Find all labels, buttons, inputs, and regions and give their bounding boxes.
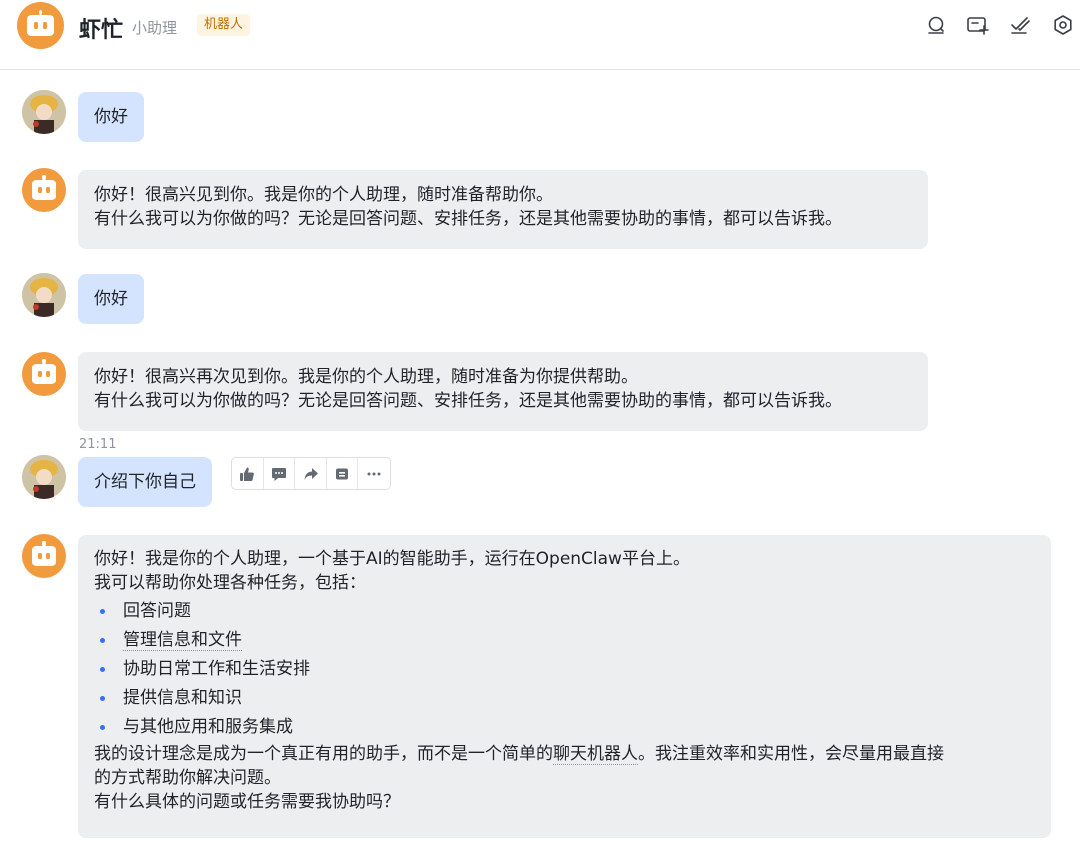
message-text: 你好！我是你的个人助理，一个基于AI的智能助手，运行在OpenClaw平台上。	[94, 549, 690, 569]
chat-title[interactable]: 虾忙	[79, 12, 123, 44]
robot-icon	[31, 363, 57, 385]
bot-message-bubble[interactable]: 你好！我是你的个人助理，一个基于AI的智能助手，运行在OpenClaw平台上。 …	[78, 535, 1051, 838]
user-message-bubble[interactable]: 你好	[78, 92, 144, 142]
message-text: 你好	[94, 289, 128, 309]
user-avatar[interactable]	[22, 90, 66, 134]
robot-icon	[31, 179, 57, 201]
bot-avatar[interactable]	[22, 168, 66, 212]
message-text: 你好！很高兴再次见到你。我是你的个人助理，随时准备为你提供帮助。	[94, 367, 638, 387]
bot-avatar[interactable]	[22, 352, 66, 396]
chat-subtitle: 小助理	[132, 19, 178, 37]
message-text: 介绍下你自己	[94, 472, 196, 492]
robot-icon	[31, 545, 57, 567]
message-text: 我的设计理念是成为一个真正有用的助手，而不是一个简单的	[94, 744, 553, 764]
user-avatar[interactable]	[22, 273, 66, 317]
list-item: 提供信息和知识	[94, 684, 1035, 713]
bot-avatar[interactable]	[17, 2, 64, 49]
message-action-bar	[231, 457, 391, 490]
message-text: 我的设计理念是成为一个真正有用的助手，而不是一个简单的聊天机器人。我注重效率和实…	[94, 742, 1035, 766]
message-text: 我可以帮助你处理各种任务，包括：	[94, 573, 366, 593]
list-item: 协助日常工作和生活安排	[94, 655, 1035, 684]
message-text: 有什么我可以为你做的吗？无论是回答问题、安排任务，还是其他需要协助的事情，都可以…	[94, 209, 842, 229]
message-text: 的方式帮助你解决问题。	[94, 768, 281, 788]
chat-header: 虾忙 小助理 机器人	[0, 0, 1080, 70]
message-text: 。我注重效率和实用性，会尽量用最直接	[638, 744, 944, 764]
bot-message-bubble[interactable]: 你好！很高兴见到你。我是你的个人助理，随时准备帮助你。 有什么我可以为你做的吗？…	[78, 170, 928, 249]
pin-icon[interactable]	[327, 458, 359, 489]
message-text: 有什么我可以为你做的吗？无论是回答问题、安排任务，还是其他需要协助的事情，都可以…	[94, 391, 842, 411]
message-text: 你好	[94, 107, 128, 127]
capability-list: 回答问题 管理信息和文件 协助日常工作和生活安排 提供信息和知识 与其他应用和服…	[94, 597, 1035, 742]
robot-icon	[27, 14, 54, 37]
user-message-bubble[interactable]: 你好	[78, 274, 144, 324]
search-icon[interactable]	[924, 13, 948, 37]
add-screen-icon[interactable]	[966, 13, 990, 37]
message-text: 你好！很高兴见到你。我是你的个人助理，随时准备帮助你。	[94, 185, 553, 205]
forward-icon[interactable]	[295, 458, 327, 489]
bot-avatar[interactable]	[22, 534, 66, 578]
thumbs-up-icon[interactable]	[232, 458, 264, 489]
bot-badge: 机器人	[197, 14, 251, 36]
keyword-link[interactable]: 聊天机器人	[553, 744, 638, 765]
message-text: 有什么具体的问题或任务需要我协助吗？	[94, 792, 400, 812]
list-item: 回答问题	[94, 597, 1035, 626]
settings-icon[interactable]	[1051, 13, 1075, 37]
user-avatar[interactable]	[22, 455, 66, 499]
more-icon[interactable]	[358, 458, 390, 489]
list-item: 与其他应用和服务集成	[94, 713, 1035, 742]
message-timestamp: 21:11	[79, 437, 117, 452]
comment-icon[interactable]	[264, 458, 296, 489]
check-done-icon[interactable]	[1008, 13, 1032, 37]
message-text[interactable]: 管理信息和文件	[123, 630, 242, 651]
list-item: 管理信息和文件	[94, 626, 1035, 655]
user-message-bubble[interactable]: 介绍下你自己	[78, 457, 212, 507]
bot-message-bubble[interactable]: 你好！很高兴再次见到你。我是你的个人助理，随时准备为你提供帮助。 有什么我可以为…	[78, 352, 928, 431]
